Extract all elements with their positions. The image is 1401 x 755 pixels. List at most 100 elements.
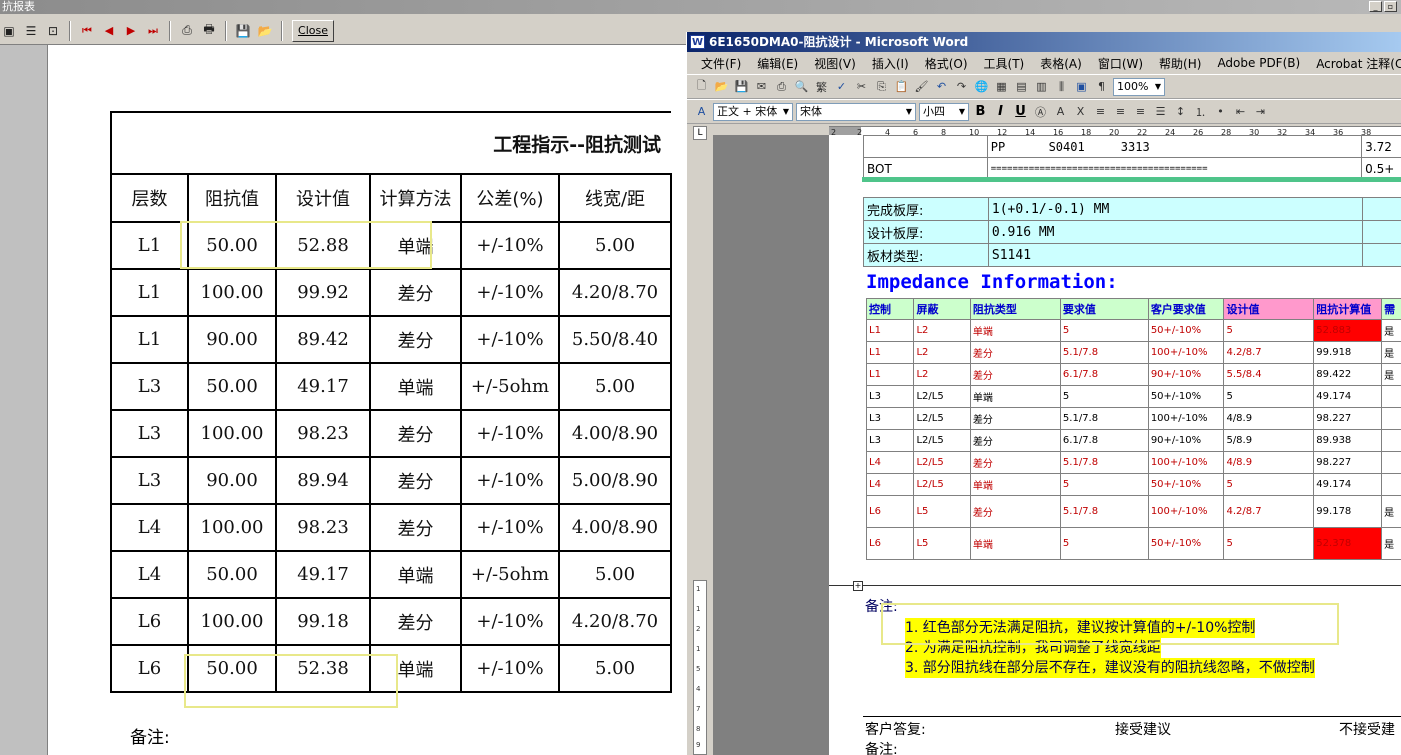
show-hide-icon[interactable]: ¶ [1093,78,1110,95]
report-cell: +/-5ohm [460,550,560,599]
view-multi-page-icon[interactable]: ☰ [22,22,40,40]
char-scaling-icon[interactable]: X [1072,103,1089,120]
open-icon[interactable]: 📂 [713,78,730,95]
line-spacing-icon[interactable]: ↕ [1172,103,1189,120]
imp-row: L3 L2/L5 差分 6.1/7.8 90+/-10% 5/8.9 89.938 [865,429,1401,452]
imp-cell: L4 [865,473,915,496]
new-doc-icon[interactable]: 🗋 [693,78,710,95]
menu-help[interactable]: 帮助(H) [1151,55,1209,72]
tables-borders-icon[interactable]: ▦ [993,78,1010,95]
char-shading-icon[interactable]: A [1052,103,1069,120]
report-cell: +/-10% [460,644,560,693]
menu-view[interactable]: 视图(V) [806,55,864,72]
style-select[interactable]: 正文 + 宋体 ▼ [713,102,793,121]
report-row: L1 90.00 89.42 差分 +/-10% 5.50/8.40 [110,315,672,364]
align-right-icon[interactable]: ≡ [1132,103,1149,120]
decrease-indent-icon[interactable]: ⇤ [1232,103,1249,120]
reply-label: 客户答复: [865,722,926,738]
menu-file[interactable]: 文件(F) [693,55,749,72]
undo-icon[interactable]: ↶ [933,78,950,95]
hyperlink-icon[interactable]: 🌐 [973,78,990,95]
imp-cell: L3 [865,385,915,408]
research-icon[interactable]: 繁 [813,78,830,95]
menu-edit[interactable]: 编辑(E) [749,55,806,72]
menu-tools[interactable]: 工具(T) [976,55,1033,72]
columns-icon[interactable]: ▥ [1033,78,1050,95]
table-move-handle[interactable]: + [853,581,863,591]
reject-option[interactable]: 不接受建 [1339,719,1395,739]
save-icon[interactable]: 💾 [234,22,252,40]
menu-format[interactable]: 格式(O) [917,55,976,72]
imp-row: L4 L2/L5 单端 5 50+/-10% 5 49.174 [865,473,1401,496]
permission-icon[interactable]: ✉ [753,78,770,95]
underline-icon[interactable]: U [1012,103,1029,120]
imp-cell: 50+/-10% [1147,473,1225,496]
last-page-icon[interactable]: ⏭ [144,22,162,40]
menu-window[interactable]: 窗口(W) [1090,55,1151,72]
print-preview-icon[interactable]: 🔍 [793,78,810,95]
spelling-icon[interactable]: ✓ [833,78,850,95]
bold-icon[interactable]: B [972,103,989,120]
imp-cell: 5 [1059,527,1149,560]
italic-icon[interactable]: I [992,103,1009,120]
bullets-icon[interactable]: • [1212,103,1229,120]
report-cell: 差分 [369,503,462,552]
imp-col-header: 控制 [865,298,915,320]
align-center-icon[interactable]: ≡ [1112,103,1129,120]
numbering-icon[interactable]: ⒈ [1192,103,1209,120]
font-select[interactable]: 宋体 ▼ [796,102,916,121]
document-page[interactable]: PP S0401 3313 3.72 BOT =================… [829,135,1401,755]
imp-cell [1381,407,1401,430]
report-row: L3 90.00 89.94 差分 +/-10% 5.00/8.90 [110,456,672,505]
next-page-icon[interactable]: ▶ [122,22,140,40]
menu-table[interactable]: 表格(A) [1032,55,1090,72]
increase-indent-icon[interactable]: ⇥ [1252,103,1269,120]
vertical-ruler[interactable]: 1 1 2 1 5 4 7 8 9 [693,580,707,755]
imp-cell [1381,451,1401,474]
print-setup-icon[interactable]: ⎙ [178,22,196,40]
open-icon[interactable]: 📂 [256,22,274,40]
copy-icon[interactable]: ⎘ [873,78,890,95]
zoom-select[interactable]: 100% ▼ [1113,77,1165,96]
menu-acrobat[interactable]: Acrobat 注释(C) [1308,55,1401,72]
font-size-select[interactable]: 小四 ▼ [919,102,969,121]
view-one-page-icon[interactable]: ▣ [0,22,18,40]
char-border-icon[interactable]: Ⓐ [1032,103,1049,120]
print-icon[interactable]: 🖶 [200,22,218,40]
print-icon[interactable]: ⎙ [773,78,790,95]
imp-cell: L2/L5 [913,473,971,496]
paste-icon[interactable]: 📋 [893,78,910,95]
styles-pane-icon[interactable]: A [693,103,710,120]
align-left-icon[interactable]: ≡ [1092,103,1109,120]
first-page-icon[interactable]: ⏮ [78,22,96,40]
report-cell: L4 [110,550,189,599]
cut-icon[interactable]: ✂ [853,78,870,95]
imp-cell: 5.1/7.8 [1059,495,1149,528]
imp-cell: 5/8.9 [1223,429,1315,452]
report-cell: 50.00 [187,362,277,411]
save-icon[interactable]: 💾 [733,78,750,95]
insert-table-icon[interactable]: ▤ [1013,78,1030,95]
close-button[interactable]: Close [292,19,334,42]
report-canvas[interactable]: 工程指示--阻抗测试 层数 阻抗值 设计值 计算方法 公差(%) 线宽/距 L1… [0,44,700,755]
menu-insert[interactable]: 插入(I) [864,55,917,72]
imp-row: L6 L5 差分 5.1/7.8 100+/-10% 4.2/8.7 99.178 是 [865,495,1401,528]
accept-option[interactable]: 接受建议 [1115,719,1171,739]
drawing-icon[interactable]: ⫼ [1053,78,1070,95]
imp-row: L1 L2 差分 6.1/7.8 90+/-10% 5.5/8.4 89.422 是 [865,363,1401,386]
imp-cell: 是 [1381,527,1401,560]
col-header: 阻抗值 [187,173,277,223]
zoom-page-icon[interactable]: ⊡ [44,22,62,40]
format-painter-icon[interactable]: 🖌 [913,78,930,95]
doc-map-icon[interactable]: ▣ [1073,78,1090,95]
restore-button[interactable]: ▫ [1384,1,1397,12]
menu-adobe-pdf[interactable]: Adobe PDF(B) [1209,56,1308,70]
justify-icon[interactable]: ☰ [1152,103,1169,120]
minimize-button[interactable]: _ [1369,1,1382,12]
report-cell: 99.18 [275,597,371,646]
imp-col-header: 阻抗类型 [969,298,1061,320]
imp-cell: L5 [913,527,971,560]
redo-icon[interactable]: ↷ [953,78,970,95]
prev-page-icon[interactable]: ◀ [100,22,118,40]
report-cell: 90.00 [187,456,277,505]
